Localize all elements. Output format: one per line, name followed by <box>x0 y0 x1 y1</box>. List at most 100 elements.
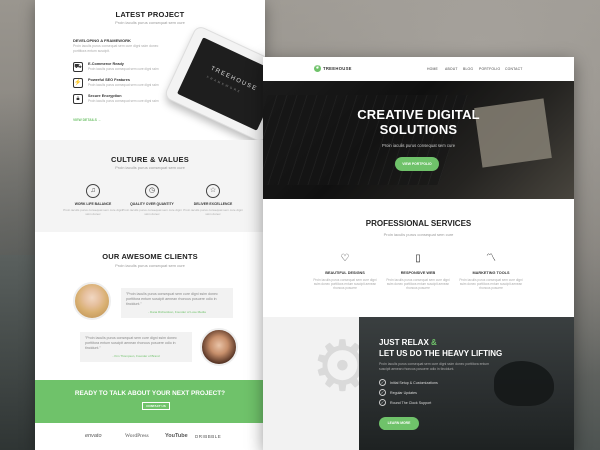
project-heading: DEVELOPING A FRAMEWORK <box>73 38 131 43</box>
youtube-logo: YouTube <box>165 433 188 439</box>
value-item: ◷ QUALITY OVER QUANTITY Proin iaculis pu… <box>122 184 182 216</box>
value-title: DELIVER EXCELLENCE <box>193 202 233 206</box>
value-item: ☆ DELIVER EXCELLENCE Proin iaculis purus… <box>183 184 243 216</box>
service-item: ♡ BEAUTIFUL DESIGNS Proin iaculis purus … <box>310 253 380 291</box>
nav-about[interactable]: ABOUT <box>445 67 458 71</box>
view-details-link[interactable]: VIEW DETAILS → <box>73 118 101 122</box>
bolt-icon: ⚡ <box>73 78 83 88</box>
cta-title: READY TO TALK ABOUT YOUR NEXT PROJECT? <box>74 390 226 397</box>
top-navbar: ❦ TREEHOUSE HOME ABOUT BLOG PORTFOLIO CO… <box>263 57 574 81</box>
value-desc: Proin iaculis purus consequat sem cure d… <box>63 208 123 216</box>
service-item: ▯ RESPONSIVE WEB Proin iaculis purus con… <box>383 253 453 291</box>
testimonial-author: - Dana Richardson, Founder of Luxe Media <box>148 310 206 314</box>
project-description: Proin iaculis purus consequat sem cure d… <box>73 44 159 53</box>
feature-desc: Proin iaculis purus consequat sem cure d… <box>88 67 159 71</box>
client-logos: envato WordPress YouTube DRIBBBLE <box>35 423 265 450</box>
dribbble-logo: DRIBBBLE <box>195 434 222 439</box>
envato-logo: envato <box>85 433 102 439</box>
value-item: ♫ WORK LIFE BALANCE Proin iaculis purus … <box>63 184 123 216</box>
check-icon: ✓ <box>379 399 386 406</box>
learn-more-button[interactable]: LEARN MORE <box>379 417 419 430</box>
list-item-text: Round The Clock Support <box>390 400 432 405</box>
star-icon: ☆ <box>206 184 220 198</box>
feature-title: Secure Encryption <box>88 94 122 98</box>
relax-rock-image <box>494 361 554 406</box>
nav-contact[interactable]: CONTACT <box>505 67 523 71</box>
avatar <box>73 282 111 320</box>
heart-icon: ♡ <box>340 253 350 264</box>
feature-desc: Proin iaculis purus consequat sem cure d… <box>88 99 159 103</box>
relax-title-part1: JUST RELAX <box>379 338 429 347</box>
hero-title-line2: SOLUTIONS <box>379 122 458 137</box>
list-item-text: Regular Updates <box>390 390 417 395</box>
feature-seo: ⚡ Powerful SEO Features Proin iaculis pu… <box>73 78 173 90</box>
tablet-mockup: TREEHOUSE FRAMEWORK <box>163 24 265 144</box>
feature-ecommerce: ⛟ E-Commerce Ready Proin iaculis purus c… <box>73 62 173 74</box>
relax-title: JUST RELAX & LET US DO THE HEAVY LIFTING <box>379 337 502 359</box>
hero-subtitle: Proin iaculis purus consequat sem cure <box>381 143 456 148</box>
service-item: 〽 MARKETING TOOLS Proin iaculis purus co… <box>456 253 526 291</box>
wordpress-logo: WordPress <box>125 433 149 439</box>
tablet-icon: ▯ <box>415 253 421 264</box>
right-page-mockup: ❦ TREEHOUSE HOME ABOUT BLOG PORTFOLIO CO… <box>263 57 574 450</box>
music-icon: ♫ <box>86 184 100 198</box>
hero-title-line1: CREATIVE DIGITAL <box>357 107 480 122</box>
service-desc: Proin iaculis purus consequat sem cure d… <box>386 278 450 291</box>
relax-panel: JUST RELAX & LET US DO THE HEAVY LIFTING… <box>359 317 574 450</box>
value-desc: Proin iaculis purus consequat sem cure d… <box>122 208 182 216</box>
nav-home[interactable]: HOME <box>427 67 438 71</box>
culture-subtitle: Proin iaculis purus consequat sem cure <box>115 165 185 170</box>
feature-encryption: 🔒︎ Secure Encryption Proin iaculis purus… <box>73 94 173 106</box>
service-title: RESPONSIVE WEB <box>400 271 436 275</box>
services-section: PROFESSIONAL SERVICES Proin iaculis puru… <box>263 199 574 317</box>
culture-section: CULTURE & VALUES Proin iaculis purus con… <box>35 140 265 232</box>
nav-blog[interactable]: BLOG <box>463 67 473 71</box>
culture-title: CULTURE & VALUES <box>111 155 189 164</box>
list-item-text: Initial Setup & Customizations <box>390 380 438 385</box>
relax-title-ampersand: & <box>431 338 437 347</box>
feature-desc: Proin iaculis purus consequat sem cure d… <box>88 83 159 87</box>
value-title: QUALITY OVER QUANTITY <box>130 202 174 206</box>
cart-icon: ⛟ <box>73 62 83 72</box>
hero-section: CREATIVE DIGITAL SOLUTIONS Proin iaculis… <box>263 81 574 199</box>
feature-title: E-Commerce Ready <box>88 62 124 66</box>
service-desc: Proin iaculis purus consequat sem cure d… <box>459 278 523 291</box>
service-title: BEAUTIFUL DESIGNS <box>325 271 365 275</box>
value-desc: Proin iaculis purus consequat sem cure d… <box>183 208 243 216</box>
latest-project-title: LATEST PROJECT <box>115 10 185 19</box>
left-page-mockup: LATEST PROJECT Proin iaculis purus conse… <box>35 0 265 450</box>
hero-overlay <box>263 81 574 199</box>
hero-title: CREATIVE DIGITAL SOLUTIONS <box>263 107 574 137</box>
service-title: MARKETING TOOLS <box>472 271 510 275</box>
view-portfolio-button[interactable]: VIEW PORTFOLIO <box>395 157 439 171</box>
relax-description: Proin iaculis purus consequat sem cure d… <box>379 362 490 371</box>
testimonial-author: - Kim Thompson, Founder of Brand <box>112 354 160 358</box>
testimonial-quote: "Proin iaculis purus consequat sem cure … <box>80 332 192 362</box>
tablet-screen: TREEHOUSE FRAMEWORK <box>177 37 265 131</box>
services-title: PROFESSIONAL SERVICES <box>365 219 472 228</box>
avatar <box>200 328 238 366</box>
clients-subtitle: Proin iaculis purus consequat sem cure <box>115 263 185 268</box>
testimonial-text: "Proin iaculis purus consequat sem cure … <box>126 292 218 306</box>
latest-project-section: LATEST PROJECT Proin iaculis purus conse… <box>35 0 265 144</box>
clients-section: OUR AWESOME CLIENTS Proin iaculis purus … <box>35 232 265 380</box>
cta-banner: READY TO TALK ABOUT YOUR NEXT PROJECT? C… <box>35 380 265 423</box>
contact-us-button[interactable]: CONTACT US <box>142 402 170 410</box>
clients-title: OUR AWESOME CLIENTS <box>102 252 198 261</box>
value-title: WORK LIFE BALANCE <box>74 202 112 206</box>
relax-section: ⚙ JUST RELAX & LET US DO THE HEAVY LIFTI… <box>263 317 574 450</box>
services-subtitle: Proin iaculis purus consequat sem cure <box>383 232 454 237</box>
clock-icon: ◷ <box>145 184 159 198</box>
testimonial-text: "Proin iaculis purus consequat sem cure … <box>85 336 177 350</box>
latest-project-subtitle: Proin iaculis purus consequat sem cure <box>115 20 185 25</box>
testimonial-quote: "Proin iaculis purus consequat sem cure … <box>121 288 233 318</box>
relax-title-line2: LET US DO THE HEAVY LIFTING <box>379 349 503 358</box>
nav-portfolio[interactable]: PORTFOLIO <box>479 67 500 71</box>
lock-icon: 🔒︎ <box>73 94 83 104</box>
service-desc: Proin iaculis purus consequat sem cure d… <box>313 278 377 291</box>
chart-line-icon: 〽 <box>486 253 496 264</box>
feature-title: Powerful SEO Features <box>88 78 130 82</box>
leaf-icon: ❦ <box>314 65 321 72</box>
check-icon: ✓ <box>379 389 386 396</box>
brand-name: TREEHOUSE <box>323 66 352 71</box>
